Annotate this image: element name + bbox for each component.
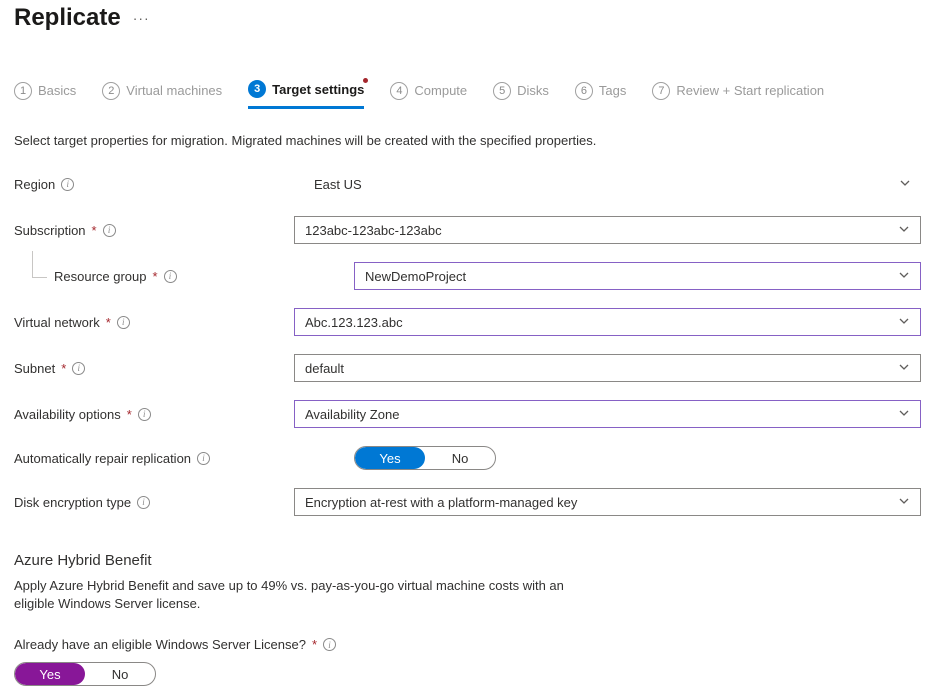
tab-label: Tags	[599, 83, 626, 98]
virtual-network-value: Abc.123.123.abc	[305, 315, 403, 330]
hybrid-benefit-description: Apply Azure Hybrid Benefit and save up t…	[14, 577, 574, 613]
subnet-select[interactable]: default	[294, 354, 921, 382]
tab-number-icon: 7	[652, 82, 670, 100]
info-icon[interactable]: i	[72, 362, 85, 375]
auto-repair-label: Automatically repair replication	[14, 451, 191, 466]
region-select[interactable]: East US	[294, 170, 921, 198]
required-icon: *	[106, 315, 111, 330]
info-icon[interactable]: i	[323, 638, 336, 651]
subscription-value: 123abc-123abc-123abc	[305, 223, 442, 238]
region-value: East US	[304, 170, 372, 198]
tab-tags[interactable]: 6 Tags	[575, 82, 626, 108]
tab-label: Virtual machines	[126, 83, 222, 98]
chevron-down-icon	[898, 269, 910, 284]
tab-number-icon: 4	[390, 82, 408, 100]
info-icon[interactable]: i	[103, 224, 116, 237]
toggle-no[interactable]: No	[425, 447, 495, 469]
wizard-tabs: 1 Basics 2 Virtual machines 3 Target set…	[14, 80, 921, 109]
required-icon: *	[312, 637, 317, 652]
tab-label: Compute	[414, 83, 467, 98]
tab-review[interactable]: 7 Review + Start replication	[652, 82, 824, 108]
disk-encryption-value: Encryption at-rest with a platform-manag…	[305, 495, 577, 510]
required-icon: *	[61, 361, 66, 376]
license-toggle[interactable]: Yes No	[14, 662, 156, 686]
page-title: Replicate	[14, 4, 121, 32]
chevron-down-icon	[898, 495, 910, 510]
resource-group-label: Resource group	[54, 269, 147, 284]
required-icon: *	[153, 269, 158, 284]
resource-group-value: NewDemoProject	[365, 269, 466, 284]
tab-label: Target settings	[272, 82, 364, 97]
info-icon[interactable]: i	[164, 270, 177, 283]
info-icon[interactable]: i	[137, 496, 150, 509]
info-icon[interactable]: i	[117, 316, 130, 329]
disk-encryption-label: Disk encryption type	[14, 495, 131, 510]
tab-number-icon: 1	[14, 82, 32, 100]
tab-disks[interactable]: 5 Disks	[493, 82, 549, 108]
required-icon: *	[127, 407, 132, 422]
hybrid-benefit-title: Azure Hybrid Benefit	[14, 552, 921, 569]
virtual-network-select[interactable]: Abc.123.123.abc	[294, 308, 921, 336]
auto-repair-toggle[interactable]: Yes No	[354, 446, 496, 470]
chevron-down-icon	[899, 177, 911, 192]
toggle-yes[interactable]: Yes	[355, 447, 425, 469]
availability-label: Availability options	[14, 407, 121, 422]
tab-number-icon: 5	[493, 82, 511, 100]
tab-compute[interactable]: 4 Compute	[390, 82, 467, 108]
tab-label: Basics	[38, 83, 76, 98]
resource-group-select[interactable]: NewDemoProject	[354, 262, 921, 290]
page-description: Select target properties for migration. …	[14, 133, 921, 148]
toggle-yes[interactable]: Yes	[15, 663, 85, 685]
tab-virtual-machines[interactable]: 2 Virtual machines	[102, 82, 222, 108]
tab-number-icon: 6	[575, 82, 593, 100]
tab-basics[interactable]: 1 Basics	[14, 82, 76, 108]
virtual-network-label: Virtual network	[14, 315, 100, 330]
region-label: Region	[14, 177, 55, 192]
subnet-value: default	[305, 361, 344, 376]
chevron-down-icon	[898, 315, 910, 330]
tab-label: Review + Start replication	[676, 83, 824, 98]
chevron-down-icon	[898, 223, 910, 238]
subnet-label: Subnet	[14, 361, 55, 376]
chevron-down-icon	[898, 361, 910, 376]
availability-select[interactable]: Availability Zone	[294, 400, 921, 428]
validation-dot-icon	[363, 78, 368, 83]
subscription-label: Subscription	[14, 223, 86, 238]
info-icon[interactable]: i	[61, 178, 74, 191]
tab-number-icon: 2	[102, 82, 120, 100]
tab-target-settings[interactable]: 3 Target settings	[248, 80, 364, 109]
disk-encryption-select[interactable]: Encryption at-rest with a platform-manag…	[294, 488, 921, 516]
info-icon[interactable]: i	[197, 452, 210, 465]
more-icon[interactable]: ···	[133, 10, 150, 26]
tab-number-icon: 3	[248, 80, 266, 98]
required-icon: *	[92, 223, 97, 238]
availability-value: Availability Zone	[305, 407, 399, 422]
chevron-down-icon	[898, 407, 910, 422]
subscription-select[interactable]: 123abc-123abc-123abc	[294, 216, 921, 244]
tab-label: Disks	[517, 83, 549, 98]
info-icon[interactable]: i	[138, 408, 151, 421]
license-question: Already have an eligible Windows Server …	[14, 637, 306, 652]
toggle-no[interactable]: No	[85, 663, 155, 685]
